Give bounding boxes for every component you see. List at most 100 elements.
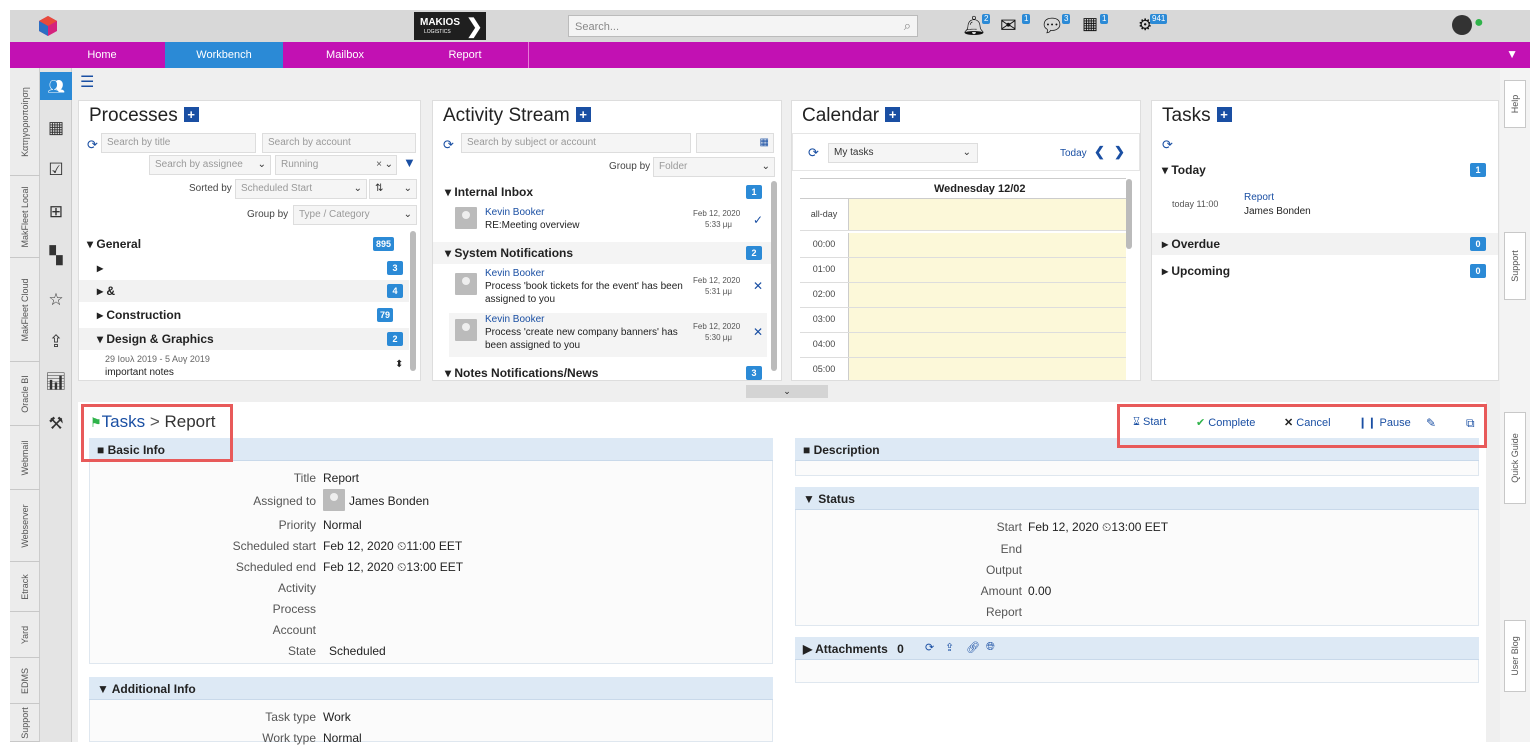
help-tab[interactable]: Help [1504,80,1526,128]
calendar-scrollbar[interactable] [1126,179,1132,249]
left-tab-oracle-bi[interactable]: Oracle BI [10,362,40,426]
dismiss-icon[interactable]: ✕ [753,279,763,293]
activity-item[interactable]: Kevin Booker Process 'create new company… [449,313,767,357]
refresh-icon[interactable]: ⟳ [87,137,98,153]
refresh-icon[interactable]: ⟳ [808,145,819,161]
online-chat-icon[interactable]: ● [1474,14,1484,32]
process-account-search[interactable]: Search by account [262,133,416,153]
left-tab-webmail[interactable]: Webmail [10,426,40,490]
tools-icon[interactable]: ⚒ [40,410,72,438]
user-avatar[interactable] [1452,15,1472,35]
activity-scrollbar[interactable] [771,181,777,371]
section-internal-inbox[interactable]: ▾ Internal Inbox [445,185,533,199]
calendar-hour-row[interactable]: 05:00 [800,358,1126,380]
nav-report[interactable]: Report [405,42,525,68]
activity-search-input[interactable]: Search by subject or account [461,133,691,153]
link-icon[interactable]: 🔗︎ [966,641,980,654]
prev-icon[interactable]: ❮ [1094,144,1105,160]
calendar-hour-row[interactable]: 01:00 [800,258,1126,283]
tree-node-construction[interactable]: ▸ Construction [97,308,181,322]
section-system-notifications[interactable]: ▾ System Notifications [445,246,573,260]
assignee-value[interactable]: James Bonden [349,494,429,508]
add-task-button[interactable]: + [1216,107,1232,122]
attachments-header[interactable]: ▶ Attachments 0 ⟳ ⇪ 🔗︎ 🌐︎ [795,637,1479,660]
tree-node-general[interactable]: ▾ General [87,237,141,251]
pause-button[interactable]: ❙❙ Pause [1358,416,1411,429]
sort-direction-select[interactable]: ⇅ ⌄ [369,179,417,199]
process-title[interactable]: important notes [105,367,174,378]
tree-node-ampersand[interactable]: ▸ & [97,284,115,298]
sort-select[interactable]: Scheduled Start ⌄ [235,179,367,199]
clear-icon[interactable]: × [376,156,382,174]
left-tab-categorization[interactable]: Κατηγοριοποίηση [10,68,40,176]
read-check-icon[interactable]: ✓ [753,213,763,227]
global-search-input[interactable]: Search... ⌕ [568,15,918,37]
calendar-icon[interactable]: ▦ [1082,14,1098,34]
nav-mailbox[interactable]: Mailbox [290,42,400,68]
upload-icon[interactable]: ⇪ [40,328,72,356]
start-button[interactable]: ⌛︎ Start [1133,416,1166,429]
collapse-widgets-handle[interactable]: ⌄ [746,385,828,398]
hamburger-icon[interactable]: ☰ [80,72,94,92]
refresh-icon[interactable]: ⟳ [1162,137,1173,153]
left-tab-webserver[interactable]: Webserver [10,490,40,562]
activity-item[interactable]: Kevin Booker RE:Meeting overview Feb 12,… [449,205,767,239]
activity-item[interactable]: Kevin Booker Process 'book tickets for t… [449,267,767,311]
nav-workbench[interactable]: Workbench [165,42,283,68]
status-header[interactable]: ▼ Status [795,487,1479,510]
popout-icon[interactable]: ⧉ [1466,416,1475,431]
add-event-button[interactable]: + [885,107,901,122]
calendar-icon[interactable]: ▦ [760,134,769,152]
tree-node-unnamed[interactable]: ▸ [97,261,103,275]
left-tab-yard[interactable]: Yard [10,612,40,658]
basic-info-header[interactable]: ■ Basic Info [89,438,773,461]
process-assignee-select[interactable]: Search by assignee ⌄ [149,155,271,175]
quick-guide-tab[interactable]: Quick Guide [1504,412,1526,504]
breadcrumb-tasks[interactable]: Tasks [102,412,145,431]
search-icon[interactable]: ⌕ [904,18,911,34]
star-icon[interactable]: ☆ [40,286,72,314]
calendar-allday-row[interactable]: all-day [800,199,1126,231]
mail-icon[interactable]: ✉ [1000,13,1017,38]
additional-info-header[interactable]: ▼ Additional Info [89,677,773,700]
complete-button[interactable]: ✔ Complete [1196,416,1255,429]
checkbox-icon[interactable]: ☑ [40,156,72,184]
group-select[interactable]: Type / Category ⌄ [293,205,417,225]
chart-icon[interactable]: 📊︎ [40,368,72,396]
left-tab-makfleet-cloud[interactable]: MakFleet Cloud [10,258,40,362]
user-blog-tab[interactable]: User Blog [1504,620,1526,692]
app-logo-icon[interactable] [38,16,58,36]
globe-icon[interactable]: 🌐︎ [986,641,995,654]
tasks-upcoming-group[interactable]: ▸ Upcoming [1162,264,1230,278]
dismiss-icon[interactable]: ✕ [753,325,763,339]
chat-icon[interactable]: 💬︎ [1040,14,1064,38]
left-tab-makfleet-local[interactable]: MakFleet Local [10,176,40,258]
edit-icon[interactable]: ✎ [1426,416,1436,430]
nav-home[interactable]: Home [60,42,144,68]
cancel-button[interactable]: ✕ Cancel [1284,416,1331,429]
next-icon[interactable]: ❯ [1114,144,1125,160]
add-square-icon[interactable]: ⊞ [40,198,72,226]
users-icon[interactable]: 👥︎ [40,72,72,100]
processes-scrollbar[interactable] [410,231,416,371]
left-tab-edms[interactable]: EDMS [10,658,40,704]
tree-node-design-graphics[interactable]: ▾ Design & Graphics [97,332,214,346]
today-link[interactable]: Today [1060,148,1087,159]
calendar-view-select[interactable]: My tasks ⌄ [828,143,978,163]
upload-icon[interactable]: ⇪ [945,641,954,654]
nav-expand-icon[interactable]: ▼ [1506,47,1518,61]
calendar-hour-row[interactable]: 04:00 [800,333,1126,358]
description-header[interactable]: ■ Description [795,438,1479,461]
grid-icon[interactable]: ▚ [40,242,72,270]
calendar-hour-row[interactable]: 00:00 [800,233,1126,258]
activity-group-select[interactable]: Folder ⌄ [653,157,775,177]
activity-date-input[interactable]: ▦ [696,133,774,153]
left-tab-etrack[interactable]: Etrack [10,562,40,612]
section-notes-news[interactable]: ▾ Notes Notifications/News [445,366,598,380]
add-activity-button[interactable]: + [575,107,591,122]
task-item[interactable]: today 11:00 Report James Bonden [1170,189,1470,219]
refresh-icon[interactable]: ⟳ [443,137,454,153]
left-tab-support[interactable]: Support [10,704,40,742]
add-process-button[interactable]: + [183,107,199,122]
sort-arrows-icon[interactable]: ⬍ [395,359,403,370]
